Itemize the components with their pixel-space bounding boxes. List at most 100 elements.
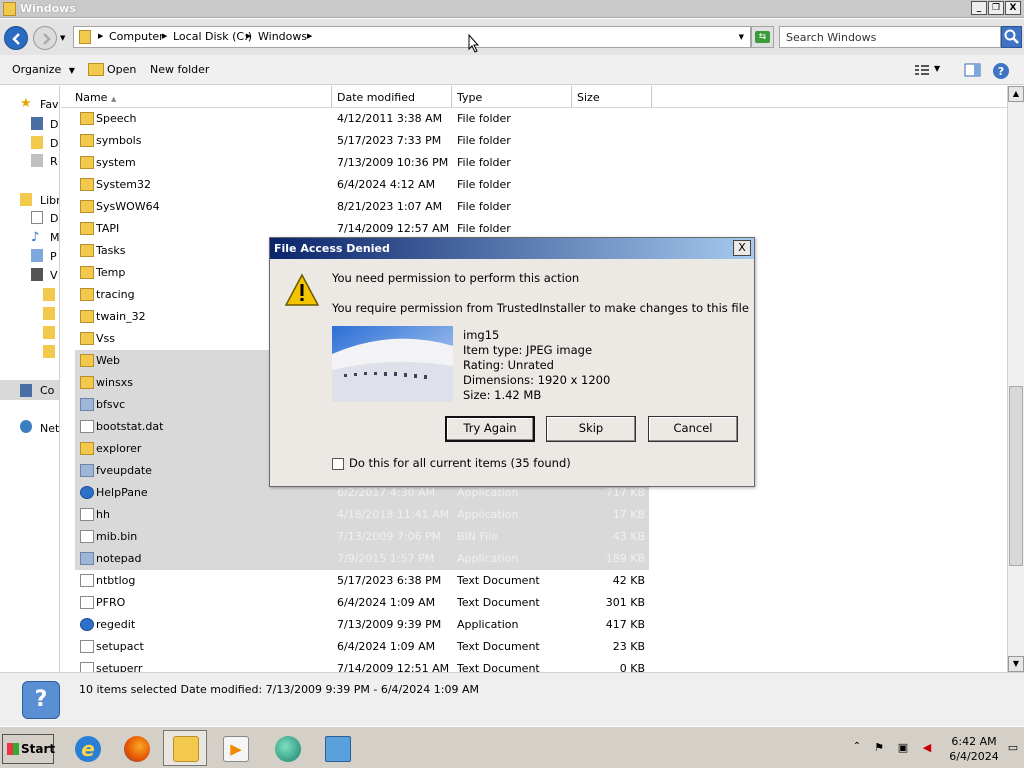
nav-computer: Co [40, 384, 55, 397]
nav-documents[interactable]: D [50, 212, 58, 225]
address-dropdown-icon[interactable]: ▼ [739, 33, 744, 41]
forward-button[interactable] [33, 26, 57, 50]
chevron-icon[interactable]: ▶ [307, 32, 312, 40]
nav-network[interactable]: Net [40, 422, 59, 435]
try-again-button[interactable]: Try Again [445, 416, 535, 442]
action-center-flag-icon[interactable]: ⚑ [872, 741, 886, 755]
nav-music[interactable]: M [50, 231, 59, 244]
file-row[interactable]: notepad 7/9/2015 1:57 PM Application 189 KB [75, 548, 649, 570]
file-name: TAPI [96, 222, 120, 235]
network-tray-icon[interactable]: ▣ [896, 741, 910, 755]
vertical-scrollbar[interactable]: ▲ ▼ [1007, 86, 1024, 672]
show-hidden-icons-icon[interactable]: ⌃ [850, 741, 864, 755]
apply-to-all-checkbox[interactable] [332, 458, 344, 470]
file-name: bootstat.dat [96, 420, 164, 433]
file-type: Application [457, 618, 519, 631]
file-row[interactable]: ntbtlog 5/17/2023 6:38 PM Text Document 42 … [75, 570, 649, 592]
chevron-down-icon: ▼ [68, 66, 75, 75]
minimize-button[interactable]: _ [971, 1, 987, 15]
taskbar-media-player[interactable]: ▶ [213, 730, 257, 766]
nav-libraries[interactable]: Libr [40, 194, 59, 207]
folder-icon [80, 442, 94, 455]
file-row[interactable]: hh 4/18/2018 11:41 AM Application 17 KB [75, 504, 649, 526]
nav-videos[interactable]: V [50, 269, 58, 282]
taskbar-messenger[interactable] [265, 730, 309, 766]
taskbar: Start e ▶ ⌃ ⚑ ▣ ◀ 6:42 AM 6/4/2024 ▭ [0, 726, 1024, 768]
file-row[interactable]: SysWOW64 8/21/2023 1:07 AM File folder [75, 196, 649, 218]
file-date: 5/17/2023 6:38 PM [337, 574, 442, 587]
view-options-icon[interactable] [914, 62, 932, 78]
scroll-down-icon[interactable]: ▼ [1008, 656, 1024, 672]
column-header-type[interactable]: Type [452, 86, 572, 108]
item-dimensions: Dimensions: 1920 x 1200 [463, 373, 611, 387]
file-name: twain_32 [96, 310, 146, 323]
scroll-up-icon[interactable]: ▲ [1008, 86, 1024, 102]
breadcrumb-local-disk[interactable]: Local Disk (C:) [173, 30, 252, 43]
open-icon[interactable] [88, 63, 104, 76]
breadcrumb-windows[interactable]: Windows [258, 30, 307, 43]
new-folder-button[interactable]: New folder [150, 63, 209, 76]
back-button[interactable] [4, 26, 28, 50]
file-row[interactable]: setupact 6/4/2024 1:09 AM Text Document 23 … [75, 636, 649, 658]
nav-downloads[interactable]: D [50, 137, 58, 150]
file-row[interactable]: symbols 5/17/2023 7:33 PM File folder [75, 130, 649, 152]
dialog-close-button[interactable]: X [733, 240, 751, 256]
skip-button[interactable]: Skip [546, 416, 636, 442]
file-row[interactable]: PFRO 6/4/2024 1:09 AM Text Document 301 KB [75, 592, 649, 614]
apply-to-all-label[interactable]: Do this for all current items (35 found) [349, 456, 571, 470]
file-row[interactable]: system 7/13/2009 10:36 PM File folder [75, 152, 649, 174]
nav-computer-selected[interactable]: Co [0, 380, 59, 400]
restore-button[interactable]: ❐ [988, 1, 1004, 15]
file-row[interactable]: regedit 7/13/2009 9:39 PM Application 417 K… [75, 614, 649, 636]
file-row[interactable]: mib.bin 7/13/2009 7:06 PM BIN File 43 KB [75, 526, 649, 548]
chevron-icon[interactable]: ▶ [162, 32, 167, 40]
nav-desktop[interactable]: D [50, 118, 58, 131]
file-row[interactable]: System32 6/4/2024 4:12 AM File folder [75, 174, 649, 196]
breadcrumb-computer[interactable]: Computer [109, 30, 164, 43]
search-icon[interactable] [1001, 26, 1022, 48]
organize-button[interactable]: Organize ▼ [12, 63, 75, 76]
nav-recent[interactable]: R [50, 155, 58, 168]
chevron-icon[interactable]: ▶ [246, 32, 251, 40]
nav-pictures[interactable]: P [50, 250, 57, 263]
file-name: Tasks [96, 244, 126, 257]
cancel-button[interactable]: Cancel [648, 416, 738, 442]
taskbar-firefox[interactable] [114, 730, 158, 766]
file-name: SysWOW64 [96, 200, 160, 213]
file-type: File folder [457, 134, 511, 147]
file-date: 6/2/2017 4:30 AM [337, 486, 436, 499]
file-type: Application [457, 508, 519, 521]
view-dropdown-icon[interactable]: ▼ [934, 64, 952, 80]
start-button[interactable]: Start [2, 734, 55, 764]
item-rating: Rating: Unrated [463, 358, 554, 372]
folder-icon [80, 178, 94, 191]
help-icon[interactable]: ? [992, 62, 1010, 79]
folder-icon [43, 288, 55, 301]
nav-favorites[interactable]: Fav [40, 98, 59, 111]
close-button[interactable]: X [1005, 1, 1021, 15]
open-button[interactable]: Open [107, 63, 136, 76]
column-header-date[interactable]: Date modified [332, 86, 452, 108]
taskbar-setup[interactable] [315, 730, 359, 766]
preview-pane-icon[interactable] [964, 62, 982, 78]
column-header-name[interactable]: Name ▲ [70, 86, 332, 108]
file-date: 4/12/2011 3:38 AM [337, 112, 443, 125]
taskbar-internet-explorer[interactable]: e [65, 730, 109, 766]
show-desktop-icon[interactable]: ▭ [1006, 741, 1020, 755]
search-input[interactable]: Search Windows [779, 26, 1001, 48]
file-row[interactable]: setuperr 7/14/2009 12:51 AM Text Document 0… [75, 658, 649, 672]
column-header-size[interactable]: Size [572, 86, 652, 108]
refresh-icon: ⇆ [755, 31, 770, 43]
address-bar[interactable]: ▶ Computer ▶ Local Disk (C:) ▶ Windows ▶… [73, 26, 751, 48]
scroll-thumb[interactable] [1009, 386, 1023, 566]
setup-icon [325, 736, 351, 762]
taskbar-file-explorer[interactable] [163, 730, 207, 766]
recent-pages-dropdown-icon[interactable]: ▼ [60, 34, 65, 42]
file-explorer-icon [173, 736, 199, 762]
clock[interactable]: 6:42 AM 6/4/2024 [948, 734, 1000, 764]
chevron-icon[interactable]: ▶ [98, 32, 103, 40]
volume-muted-icon[interactable]: ◀ [920, 741, 934, 755]
refresh-button[interactable]: ⇆ [751, 26, 774, 48]
address-row: ▼ ▶ Computer ▶ Local Disk (C:) ▶ Windows… [0, 19, 1024, 55]
file-row[interactable]: Speech 4/12/2011 3:38 AM File folder [75, 108, 649, 130]
